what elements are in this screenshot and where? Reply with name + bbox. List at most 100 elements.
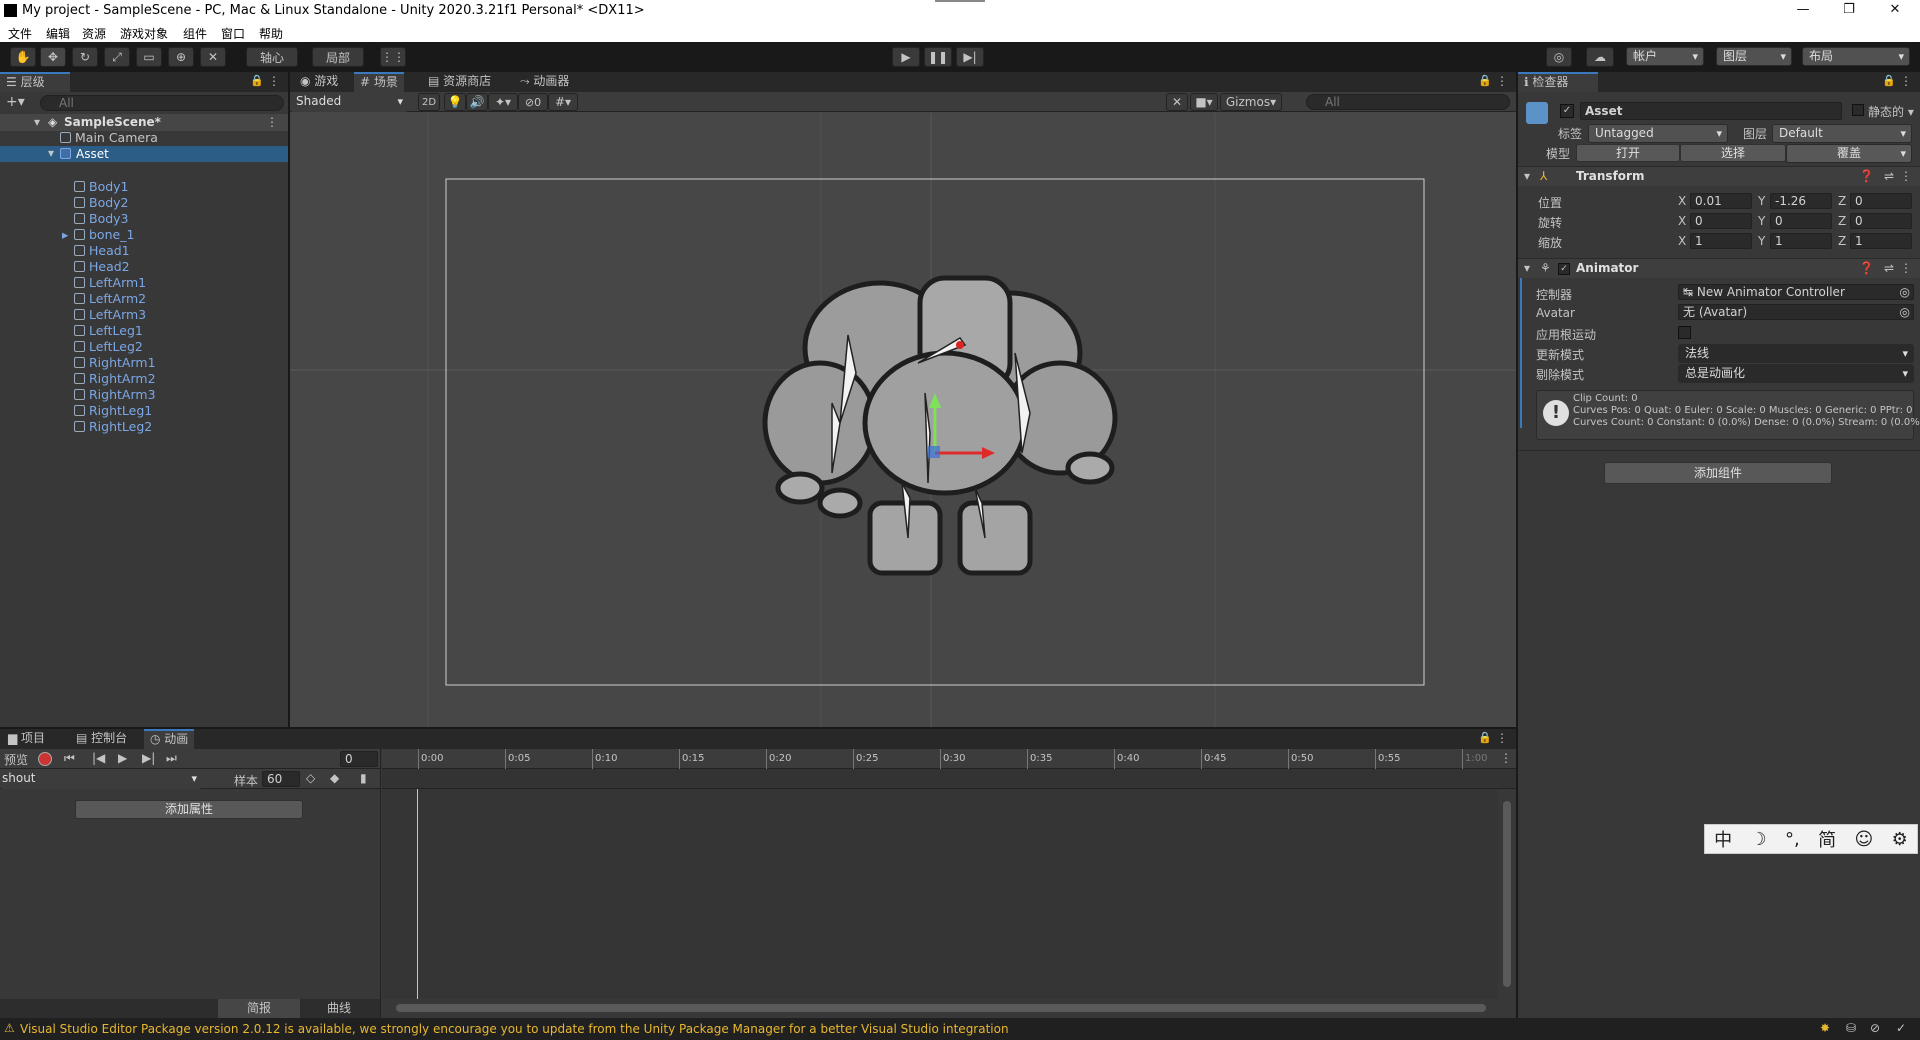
hierarchy-item[interactable]: RightArm3	[74, 387, 156, 403]
progress-icon[interactable]: ✓	[1896, 1021, 1906, 1035]
timeline-ruler[interactable]: 0:00 0:05 0:10 0:15 0:20 0:25 0:30 0:35 0:40 0:45…	[382, 749, 1516, 769]
tab-animation[interactable]: ◷ 动画	[144, 729, 195, 749]
scale-y-axis-label[interactable]: Y	[1758, 234, 1765, 248]
position-x-field[interactable]: 0.01	[1690, 193, 1752, 209]
scene-row[interactable]: ▾ ◈ SampleScene* ⋮	[0, 114, 288, 131]
camera-icon[interactable]: ■▾	[1190, 93, 1218, 111]
menu-window[interactable]: 窗口	[221, 25, 245, 42]
culling-mode-dropdown[interactable]: 总是动画化	[1678, 364, 1914, 383]
panel-menu-icon[interactable]: ⋮	[1496, 74, 1508, 88]
transform-tool-icon[interactable]: ⊕	[168, 47, 194, 67]
object-name-field[interactable]: Asset	[1580, 102, 1842, 120]
scene-viewport[interactable]	[290, 113, 1516, 727]
hierarchy-item[interactable]: LeftLeg2	[74, 339, 143, 355]
collab-icon[interactable]: ◎	[1546, 47, 1572, 67]
tab-inspector[interactable]: ℹ 检查器	[1518, 72, 1598, 92]
hierarchy-search-input[interactable]: All	[40, 95, 284, 111]
hierarchy-item[interactable]: RightArm2	[74, 371, 156, 387]
move-tool-icon[interactable]: ✥	[40, 47, 66, 67]
add-event-icon[interactable]: ◆	[330, 771, 339, 785]
preview-toggle[interactable]: 预览	[4, 751, 28, 768]
tab-scene[interactable]: # 场景	[354, 72, 404, 92]
clip-dropdown[interactable]: shout	[0, 770, 202, 789]
hierarchy-item[interactable]: Body2	[74, 195, 129, 211]
close-button[interactable]: ✕	[1872, 2, 1918, 17]
ime-emoji-icon[interactable]: ☺	[1854, 829, 1873, 850]
ime-settings-icon[interactable]: ⚙	[1892, 829, 1908, 850]
animator-header[interactable]: ▾ ⚘ ✓ Animator ❓ ⇌ ⋮	[1518, 258, 1920, 278]
animator-enabled-checkbox[interactable]: ✓	[1558, 263, 1570, 275]
layers-dropdown[interactable]: 图层	[1716, 47, 1792, 66]
hidden-objects-toggle[interactable]: ⊘ 0	[518, 93, 548, 111]
position-z-field[interactable]: 0	[1850, 193, 1912, 209]
position-z-axis-label[interactable]: Z	[1838, 194, 1846, 208]
panel-menu-icon[interactable]: ⋮	[1900, 74, 1912, 88]
menu-gameobject[interactable]: 游戏对象	[120, 25, 168, 42]
curves-tab[interactable]: 曲线	[300, 999, 378, 1018]
scroll-thumb[interactable]	[1503, 801, 1511, 987]
add-component-button[interactable]: 添加组件	[1604, 462, 1832, 484]
play-animation-icon[interactable]: ▶	[118, 751, 127, 765]
scale-z-axis-label[interactable]: Z	[1838, 234, 1846, 248]
tab-project[interactable]: ▆ 项目	[2, 729, 51, 749]
lock-icon[interactable]: 🔒	[1478, 731, 1492, 744]
help-icon[interactable]: ❓	[1859, 169, 1874, 183]
tab-game[interactable]: ◉ 游戏	[294, 72, 344, 92]
last-keyframe-icon[interactable]: ⏭	[166, 751, 177, 766]
2d-toggle[interactable]: 2D	[418, 93, 440, 111]
timeline-menu-icon[interactable]: ⋮	[1500, 751, 1512, 765]
active-checkbox[interactable]: ✓	[1560, 104, 1574, 118]
overrides-dropdown[interactable]: 覆盖	[1786, 144, 1912, 163]
lighting-icon[interactable]: 💡	[444, 93, 466, 111]
ime-moon-icon[interactable]: ☽	[1751, 829, 1767, 850]
cache-icon[interactable]: ⛁	[1846, 1021, 1856, 1035]
ime-punct-icon[interactable]: °,	[1785, 829, 1800, 850]
step-button[interactable]: ▶|	[956, 47, 984, 67]
position-x-axis-label[interactable]: X	[1678, 194, 1686, 208]
rotation-x-axis-label[interactable]: X	[1678, 214, 1686, 228]
vertical-scrollbar[interactable]	[1498, 789, 1516, 999]
scene-search-input[interactable]: All	[1306, 94, 1510, 110]
ime-simplified-icon[interactable]: 简	[1818, 826, 1836, 852]
avatar-field[interactable]: 无 (Avatar) ◎	[1678, 304, 1914, 320]
playhead[interactable]	[417, 789, 418, 999]
gizmos-dropdown[interactable]: Gizmos ▾	[1220, 93, 1282, 111]
hierarchy-item[interactable]: LeftArm3	[74, 307, 146, 323]
static-label[interactable]: 静态的 ▾	[1868, 103, 1914, 120]
pause-button[interactable]: ❚❚	[924, 47, 952, 67]
menu-assets[interactable]: 资源	[82, 25, 106, 42]
position-y-field[interactable]: -1.26	[1770, 193, 1832, 209]
expand-arrow-icon[interactable]: ▸	[62, 227, 68, 243]
rotation-y-field[interactable]: 0	[1770, 213, 1832, 229]
grid-icon[interactable]: #▾	[548, 93, 578, 111]
audio-icon[interactable]: 🔊	[466, 93, 488, 111]
hierarchy-item-main-camera[interactable]: Main Camera	[60, 130, 158, 146]
root-motion-checkbox[interactable]	[1678, 326, 1691, 339]
scale-x-axis-label[interactable]: X	[1678, 234, 1686, 248]
scale-x-field[interactable]: 1	[1690, 233, 1752, 249]
lock-icon[interactable]: 🔒	[1478, 74, 1492, 87]
dopesheet-area[interactable]	[382, 789, 1498, 999]
menu-component[interactable]: 组件	[183, 25, 207, 42]
foldout-arrow-icon[interactable]: ▾	[1524, 169, 1530, 183]
tab-console[interactable]: ▤ 控制台	[70, 729, 133, 749]
frame-field[interactable]: 0	[340, 751, 378, 767]
tools-icon[interactable]: ✕	[1166, 93, 1188, 111]
rotation-y-axis-label[interactable]: Y	[1758, 214, 1765, 228]
ime-chinese-icon[interactable]: 中	[1714, 826, 1732, 852]
status-message[interactable]: Visual Studio Editor Package version 2.0…	[20, 1022, 1009, 1036]
add-keyframe-icon[interactable]: ◇	[306, 771, 315, 785]
hierarchy-item[interactable]: ▸ bone_1	[62, 227, 134, 243]
scene-menu-icon[interactable]: ⋮	[266, 115, 278, 129]
tab-hierarchy[interactable]: ☰ 层级	[0, 72, 70, 92]
layer-dropdown[interactable]: Default	[1772, 124, 1912, 143]
rotation-z-axis-label[interactable]: Z	[1838, 214, 1846, 228]
scale-z-field[interactable]: 1	[1850, 233, 1912, 249]
scroll-thumb[interactable]	[396, 1004, 1486, 1012]
cloud-icon[interactable]: ☁	[1586, 47, 1614, 67]
component-menu-icon[interactable]: ⋮	[1900, 169, 1912, 183]
samples-field[interactable]: 60	[262, 771, 300, 787]
custom-tool-icon[interactable]: ✕	[200, 47, 226, 67]
event-marker-icon[interactable]: ▮	[360, 771, 367, 785]
shading-dropdown[interactable]: Shaded	[290, 93, 408, 112]
